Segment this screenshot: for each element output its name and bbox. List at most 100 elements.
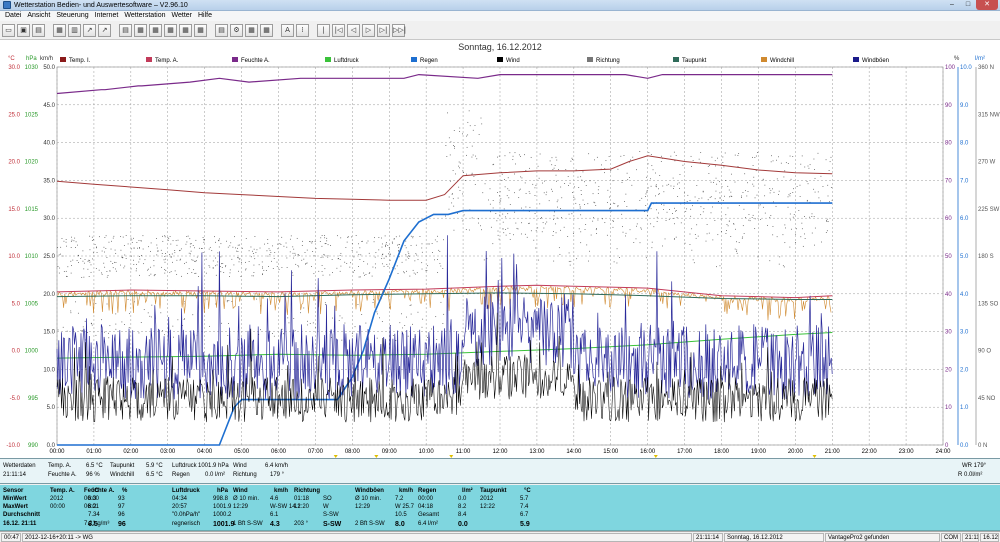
direction-dot xyxy=(435,316,437,318)
calc-icon[interactable]: ▦ xyxy=(245,23,258,37)
title-bar[interactable]: Wetterstation Bedien- und Auswertesoftwa… xyxy=(0,0,1000,11)
direction-dot xyxy=(437,235,438,237)
close-button[interactable]: ✕ xyxy=(976,0,998,10)
nav-forward-icon[interactable]: ▷ xyxy=(362,23,375,37)
nav-first-icon[interactable]: | xyxy=(317,23,330,37)
direction-dot xyxy=(590,234,592,236)
direction-dot xyxy=(734,154,736,156)
direction-dot xyxy=(484,183,486,185)
summary-value: 1000.2 xyxy=(213,512,232,518)
direction-dot xyxy=(529,167,530,169)
direction-dot xyxy=(673,223,675,225)
direction-dot xyxy=(639,151,641,152)
direction-dot xyxy=(351,333,353,334)
direction-dot xyxy=(640,227,642,229)
direction-dot xyxy=(579,206,581,208)
menu-wetter[interactable]: Wetter xyxy=(169,11,196,21)
direction-dot xyxy=(221,267,223,268)
direction-dot xyxy=(756,194,758,196)
maximize-button[interactable]: □ xyxy=(960,0,976,10)
direction-dot xyxy=(174,270,176,272)
direction-dot xyxy=(188,268,190,270)
export-icon[interactable]: ▤ xyxy=(215,23,228,37)
nav-last-icon[interactable]: ▷▷| xyxy=(392,23,406,37)
list-icon[interactable]: ▤ xyxy=(119,23,132,37)
direction-dot xyxy=(421,247,423,249)
grid4-icon[interactable]: ▦ xyxy=(179,23,192,37)
menu-hilfe[interactable]: Hilfe xyxy=(195,11,215,21)
print-icon[interactable]: ▤ xyxy=(32,23,45,37)
direction-dot xyxy=(219,266,221,267)
direction-dot xyxy=(398,243,400,245)
settings-icon[interactable]: ⚙ xyxy=(230,23,243,37)
menu-steuerung[interactable]: Steuerung xyxy=(53,11,91,21)
direction-dot xyxy=(529,192,531,194)
direction-dot xyxy=(515,222,517,224)
direction-dot xyxy=(253,272,255,273)
direction-dot xyxy=(785,227,786,229)
taupunkt-label: Taupunkt xyxy=(110,463,135,469)
status-time: 00:47 xyxy=(1,533,21,542)
minimize-button[interactable]: – xyxy=(944,0,960,10)
chart3-icon[interactable]: ↗ xyxy=(98,23,111,37)
direction-dot xyxy=(190,253,191,255)
menu-wetterstation[interactable]: Wetterstation xyxy=(121,11,168,21)
direction-dot xyxy=(417,259,419,261)
save-icon[interactable]: ▣ xyxy=(17,23,30,37)
direction-dot xyxy=(588,153,590,155)
chart-icon[interactable]: ▥ xyxy=(68,23,81,37)
weather-chart[interactable]: Sonntag, 16.12.2012 Temp. I. Temp. A. Feuch… xyxy=(0,40,1000,464)
direction-dot xyxy=(220,271,222,273)
menu-ansicht[interactable]: Ansicht xyxy=(24,11,53,21)
grid-icon[interactable]: ▦ xyxy=(134,23,147,37)
direction-dot xyxy=(281,267,283,268)
chart2-icon[interactable]: ↗ xyxy=(83,23,96,37)
direction-dot xyxy=(806,181,808,182)
direction-tick: 270 W xyxy=(978,160,996,166)
nav-prev-icon[interactable]: |◁ xyxy=(332,23,345,37)
direction-dot xyxy=(156,244,158,246)
direction-dot xyxy=(332,272,333,274)
direction-dot xyxy=(754,218,756,220)
direction-dot xyxy=(802,245,804,247)
direction-dot xyxy=(143,263,145,265)
direction-tick: 180 S xyxy=(978,254,994,260)
direction-dot xyxy=(708,232,710,234)
direction-dot xyxy=(504,155,506,157)
direction-dot xyxy=(156,254,158,256)
menu-datei[interactable]: Datei xyxy=(2,11,24,21)
feuchte-value: 96 % xyxy=(86,472,100,478)
nav-next-icon[interactable]: ▷| xyxy=(377,23,390,37)
nav-back-icon[interactable]: ◁ xyxy=(347,23,360,37)
grid5-icon[interactable]: ▦ xyxy=(194,23,207,37)
direction-dot xyxy=(358,266,359,267)
open-icon[interactable]: ▭ xyxy=(2,23,15,37)
direction-dot xyxy=(416,254,418,256)
direction-dot xyxy=(519,188,521,190)
direction-dot xyxy=(534,187,536,189)
font-a-icon[interactable]: A xyxy=(281,23,294,37)
direction-dot xyxy=(324,243,326,245)
direction-dot xyxy=(775,205,777,207)
direction-dot xyxy=(471,217,473,219)
calendar-icon[interactable]: ▦ xyxy=(260,23,273,37)
direction-dot xyxy=(385,243,387,245)
direction-dot xyxy=(738,153,740,155)
direction-dot xyxy=(472,154,474,156)
text-icon[interactable]: ⁞ xyxy=(296,23,309,37)
direction-dot xyxy=(195,272,197,274)
direction-dot xyxy=(769,260,771,262)
direction-dot xyxy=(561,217,562,218)
direction-dot xyxy=(576,258,578,260)
direction-dot xyxy=(482,192,484,194)
direction-dot xyxy=(521,177,523,179)
direction-dot xyxy=(585,224,587,225)
direction-dot xyxy=(751,217,753,218)
direction-dot xyxy=(636,223,638,225)
direction-dot xyxy=(391,241,393,243)
menu-internet[interactable]: Internet xyxy=(92,11,122,21)
table-icon[interactable]: ▦ xyxy=(53,23,66,37)
grid2-icon[interactable]: ▦ xyxy=(149,23,162,37)
grid3-icon[interactable]: ▦ xyxy=(164,23,177,37)
summary-value: 96 xyxy=(118,512,125,518)
